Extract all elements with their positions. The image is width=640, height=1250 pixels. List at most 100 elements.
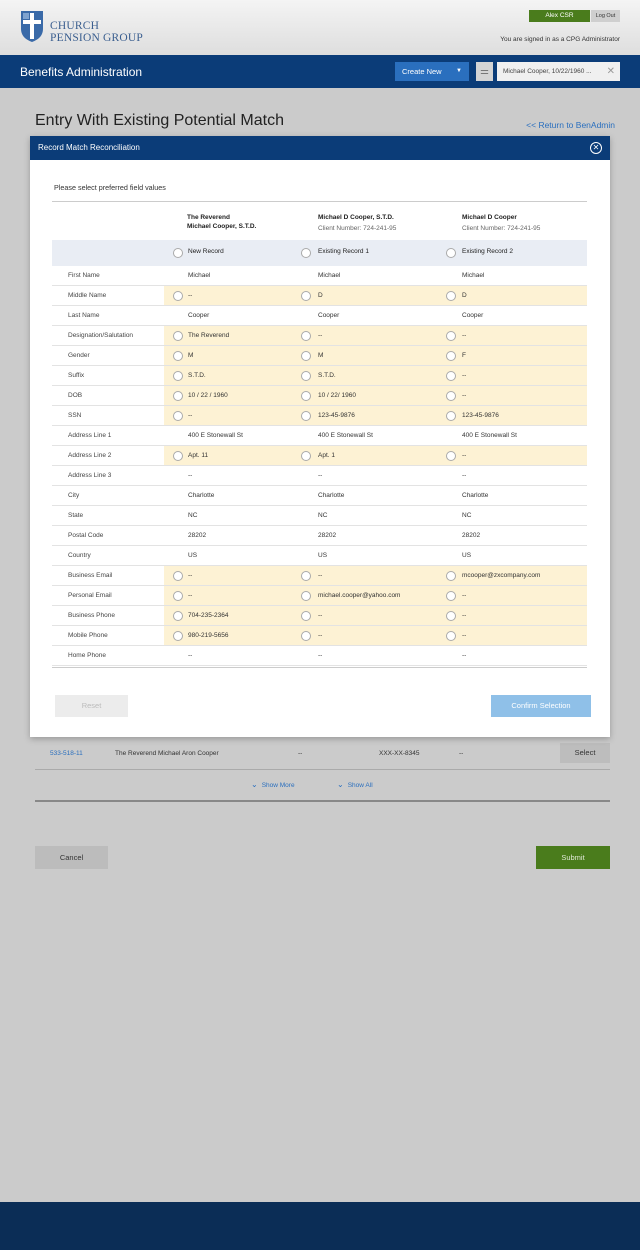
field-value: -- — [318, 652, 323, 659]
radio-existing-record-1[interactable] — [301, 248, 311, 258]
field-value: -- — [188, 292, 193, 299]
field-label: State — [68, 512, 84, 519]
close-icon[interactable]: ✕ — [607, 62, 615, 81]
field-radio[interactable] — [446, 451, 456, 461]
field-value: 400 E Stonewall St — [318, 432, 373, 439]
field-value: 28202 — [318, 532, 337, 539]
field-radio[interactable] — [301, 591, 311, 601]
nav-bar: Benefits Administration Create New ▼ ⚌ M… — [0, 55, 640, 88]
field-value: 123-45-9876 — [462, 412, 499, 419]
record-name: The Reverend Michael Aron Cooper — [115, 750, 219, 757]
field-value: 123-45-9876 — [318, 412, 355, 419]
logo-text: CHURCH PENSION GROUP — [50, 20, 143, 44]
field-radio[interactable] — [446, 631, 456, 641]
field-row: Home Phone -- -- -- — [52, 646, 587, 666]
field-radio[interactable] — [446, 591, 456, 601]
field-label: Business Email — [68, 572, 113, 579]
show-more-link[interactable]: ⌄ Show More — [251, 780, 295, 789]
field-value: mcooper@zxcompany.com — [462, 572, 541, 579]
field-value: 28202 — [462, 532, 481, 539]
radio-new-record[interactable] — [173, 248, 183, 258]
field-value: M — [318, 352, 324, 359]
option-new-record: New Record — [188, 248, 224, 255]
field-value: 704-235-2364 — [188, 612, 229, 619]
field-radio[interactable] — [173, 331, 183, 341]
radio-existing-record-2[interactable] — [446, 248, 456, 258]
field-radio[interactable] — [173, 351, 183, 361]
field-row: Postal Code 28202 28202 28202 — [52, 526, 587, 546]
field-value: -- — [462, 592, 467, 599]
record-id-link[interactable]: 533-518-11 — [50, 750, 83, 757]
filter-icon[interactable]: ⚌ — [476, 62, 493, 81]
show-all-link[interactable]: ⌄ Show All — [337, 780, 373, 789]
field-radio[interactable] — [301, 331, 311, 341]
field-radio[interactable] — [301, 571, 311, 581]
field-radio[interactable] — [301, 351, 311, 361]
field-radio[interactable] — [173, 391, 183, 401]
recent-record-tab[interactable]: Michael Cooper, 10/22/1960 ... ✕ — [497, 62, 620, 81]
field-radio[interactable] — [446, 371, 456, 381]
field-radio[interactable] — [173, 591, 183, 601]
field-radio[interactable] — [301, 391, 311, 401]
field-radio[interactable] — [446, 411, 456, 421]
field-value: NC — [462, 512, 472, 519]
caret-down-icon: ▼ — [456, 68, 462, 74]
field-value: -- — [318, 612, 323, 619]
column-subtitle: Michael Cooper, S.T.D. — [187, 222, 257, 230]
field-value: -- — [188, 472, 193, 479]
field-radio[interactable] — [446, 331, 456, 341]
field-value: 400 E Stonewall St — [462, 432, 517, 439]
field-radio[interactable] — [173, 451, 183, 461]
confirm-selection-button[interactable]: Confirm Selection — [491, 695, 591, 717]
close-icon[interactable]: ✕ — [590, 142, 602, 154]
field-radio[interactable] — [446, 291, 456, 301]
field-radio[interactable] — [173, 371, 183, 381]
field-value: 980-219-5656 — [188, 632, 229, 639]
field-radio[interactable] — [301, 451, 311, 461]
field-value: -- — [318, 332, 323, 339]
field-radio[interactable] — [301, 631, 311, 641]
submit-button[interactable]: Submit — [536, 846, 610, 869]
field-value: 400 E Stonewall St — [188, 432, 243, 439]
field-value: US — [188, 552, 198, 559]
field-radio[interactable] — [301, 411, 311, 421]
select-button[interactable]: Select — [560, 743, 610, 763]
field-radio[interactable] — [173, 571, 183, 581]
conflict-highlight — [164, 286, 587, 305]
record-choice-row: New Record Existing Record 1 Existing Re… — [52, 240, 587, 266]
field-radio[interactable] — [301, 611, 311, 621]
field-row: Last Name Cooper Cooper Cooper — [52, 306, 587, 326]
field-value: -- — [188, 592, 193, 599]
user-button[interactable]: Alex CSR — [529, 10, 590, 22]
chevron-down-icon: ⌄ — [337, 780, 344, 789]
field-value: S.T.D. — [318, 372, 336, 379]
field-radio[interactable] — [301, 371, 311, 381]
field-row: Designation/Salutation The Reverend -- -- — [52, 326, 587, 346]
field-radio[interactable] — [173, 611, 183, 621]
field-value: US — [462, 552, 472, 559]
create-new-button[interactable]: Create New ▼ — [395, 62, 469, 81]
field-value: Michael — [462, 272, 485, 279]
conflict-highlight — [164, 346, 587, 365]
field-radio[interactable] — [446, 351, 456, 361]
field-radio[interactable] — [301, 291, 311, 301]
field-value: -- — [462, 392, 467, 399]
field-radio[interactable] — [446, 391, 456, 401]
reset-button[interactable]: Reset — [55, 695, 128, 717]
field-value: -- — [188, 572, 193, 579]
logout-button[interactable]: Log Out — [591, 10, 620, 22]
field-radio[interactable] — [446, 611, 456, 621]
field-label: Gender — [68, 352, 90, 359]
return-link[interactable]: << Return to BenAdmin — [526, 120, 615, 130]
record-col5: -- — [459, 750, 464, 757]
divider — [35, 800, 610, 802]
option-existing-record-1: Existing Record 1 — [318, 248, 369, 255]
field-radio[interactable] — [173, 291, 183, 301]
field-radio[interactable] — [173, 631, 183, 641]
field-radio[interactable] — [446, 571, 456, 581]
field-value: Cooper — [318, 312, 340, 319]
column-title: The Reverend — [187, 214, 230, 221]
field-value: Cooper — [462, 312, 484, 319]
field-radio[interactable] — [173, 411, 183, 421]
cancel-button[interactable]: Cancel — [35, 846, 108, 869]
